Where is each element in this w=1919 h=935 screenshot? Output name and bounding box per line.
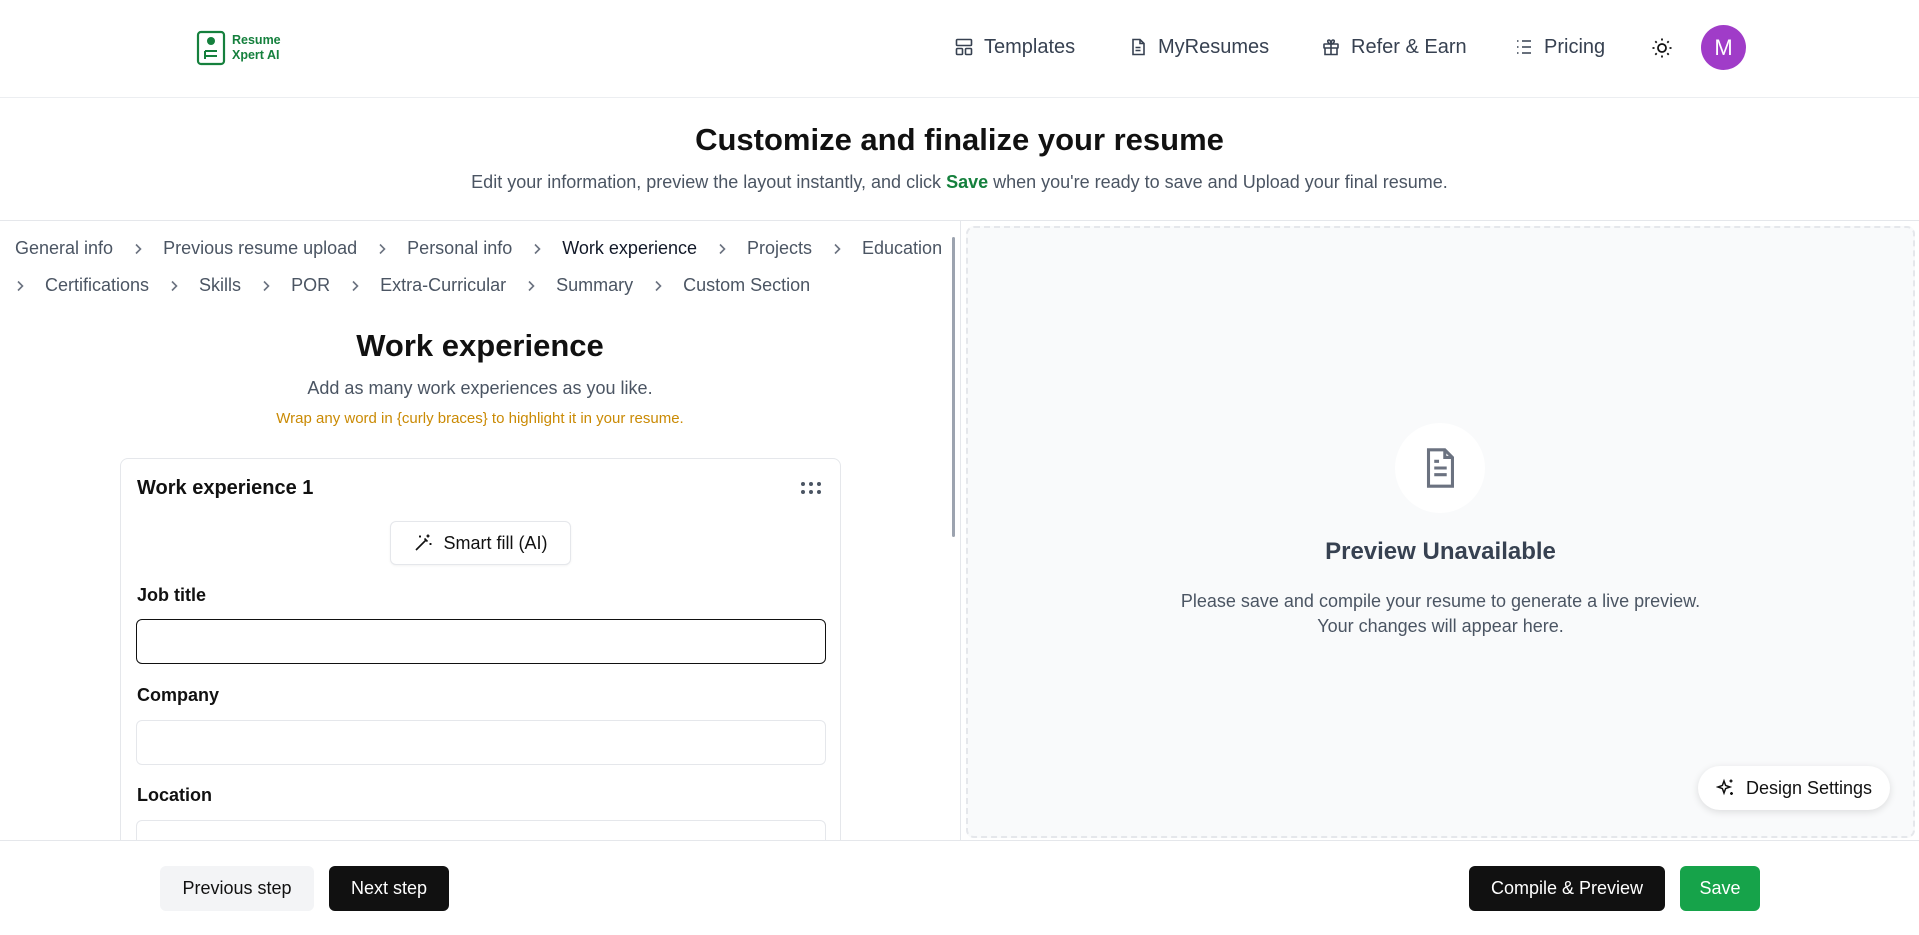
logo-line-2: Xpert AI <box>232 48 280 62</box>
nav-myresumes[interactable]: MyResumes <box>1128 27 1269 67</box>
chevron-right-icon <box>829 241 845 257</box>
section-hint: Wrap any word in {curly braces} to highl… <box>276 410 684 427</box>
nav-templates[interactable]: Templates <box>954 27 1075 67</box>
work-experience-card: Work experience 1 Smart fill (AI) Job ti… <box>120 458 841 878</box>
subtitle-before: Edit your information, preview the layou… <box>471 172 947 192</box>
resume-logo-icon <box>196 30 226 66</box>
step-education[interactable]: Education <box>862 238 942 259</box>
compile-preview-button[interactable]: Compile & Preview <box>1469 866 1665 911</box>
chevron-right-icon <box>347 278 363 294</box>
section-subtitle: Add as many work experiences as you like… <box>307 378 653 398</box>
nav-pricing[interactable]: Pricing <box>1514 27 1605 67</box>
chevron-right-icon <box>130 241 146 257</box>
nav-pricing-label: Pricing <box>1544 35 1606 58</box>
panel-divider <box>960 221 961 840</box>
step-projects[interactable]: Projects <box>747 238 812 259</box>
preview-message-line-2: Your changes will appear here. <box>1317 616 1564 636</box>
subtitle-save-word: Save <box>946 172 989 192</box>
steps-row-2: Certifications Skills POR Extra-Curricul… <box>12 275 810 296</box>
chevron-right-icon <box>523 278 539 294</box>
gift-icon <box>1323 39 1339 56</box>
nav-refer-earn[interactable]: Refer & Earn <box>1321 27 1467 67</box>
previous-step-button[interactable]: Previous step <box>160 866 314 911</box>
step-personal-info[interactable]: Personal info <box>407 238 512 259</box>
company-input[interactable] <box>136 720 826 765</box>
chevron-right-icon <box>12 278 28 294</box>
document-icon <box>1132 38 1145 56</box>
steps-row-1: General info Previous resume upload Pers… <box>15 238 942 259</box>
preview-icon-circle <box>1395 423 1485 513</box>
save-button[interactable]: Save <box>1680 866 1760 911</box>
smart-fill-button[interactable]: Smart fill (AI) <box>390 521 571 565</box>
sparkles-icon <box>1715 778 1733 796</box>
drag-handle-icon[interactable] <box>800 481 822 495</box>
document-icon <box>1426 448 1454 488</box>
logo-line-1: Resume <box>232 33 281 47</box>
chevron-right-icon <box>714 241 730 257</box>
nav-templates-label: Templates <box>984 35 1076 58</box>
step-certifications[interactable]: Certifications <box>45 275 149 296</box>
company-label: Company <box>137 685 220 705</box>
magic-wand-icon <box>415 534 432 551</box>
page-subtitle: Edit your information, preview the layou… <box>0 172 1919 193</box>
chevron-right-icon <box>258 278 274 294</box>
step-general-info[interactable]: General info <box>15 238 113 259</box>
step-skills[interactable]: Skills <box>199 275 241 296</box>
preview-message: Please save and compile your resume to g… <box>966 589 1915 639</box>
app-header: Resume Xpert AI Templates MyResumes Refe… <box>0 0 1919 98</box>
chevron-right-icon <box>166 278 182 294</box>
design-settings-button[interactable]: Design Settings <box>1698 766 1890 810</box>
smart-fill-label: Smart fill (AI) <box>443 532 548 553</box>
preview-title: Preview Unavailable <box>1325 538 1556 565</box>
avatar-initial: M <box>1714 34 1733 60</box>
job-title-label: Job title <box>137 585 207 605</box>
next-step-button[interactable]: Next step <box>329 866 449 911</box>
editor-scrollbar[interactable] <box>952 237 955 537</box>
step-summary[interactable]: Summary <box>556 275 633 296</box>
card-title: Work experience 1 <box>137 477 314 499</box>
nav-myresumes-label: MyResumes <box>1158 35 1270 58</box>
list-icon <box>1517 40 1531 54</box>
chevron-right-icon <box>374 241 390 257</box>
layout-icon <box>955 38 973 56</box>
nav-refer-earn-label: Refer & Earn <box>1351 35 1467 58</box>
step-custom-section[interactable]: Custom Section <box>683 275 810 296</box>
step-work-experience[interactable]: Work experience <box>562 238 697 259</box>
step-por[interactable]: POR <box>291 275 330 296</box>
job-title-input[interactable] <box>136 619 826 664</box>
sun-icon[interactable] <box>1650 36 1674 60</box>
subtitle-after: when you're ready to save and Upload you… <box>988 172 1448 192</box>
user-avatar[interactable]: M <box>1701 25 1746 70</box>
preview-message-line-1: Please save and compile your resume to g… <box>1180 591 1701 611</box>
section-title: Work experience <box>356 328 604 363</box>
chevron-right-icon <box>650 278 666 294</box>
design-settings-label: Design Settings <box>1745 777 1873 798</box>
location-label: Location <box>137 785 212 805</box>
preview-panel <box>966 226 1915 838</box>
step-previous-resume-upload[interactable]: Previous resume upload <box>163 238 357 259</box>
page-title: Customize and finalize your resume <box>695 122 1224 157</box>
chevron-right-icon <box>529 241 545 257</box>
step-extra-curricular[interactable]: Extra-Curricular <box>380 275 506 296</box>
logo[interactable]: Resume Xpert AI <box>196 30 281 66</box>
